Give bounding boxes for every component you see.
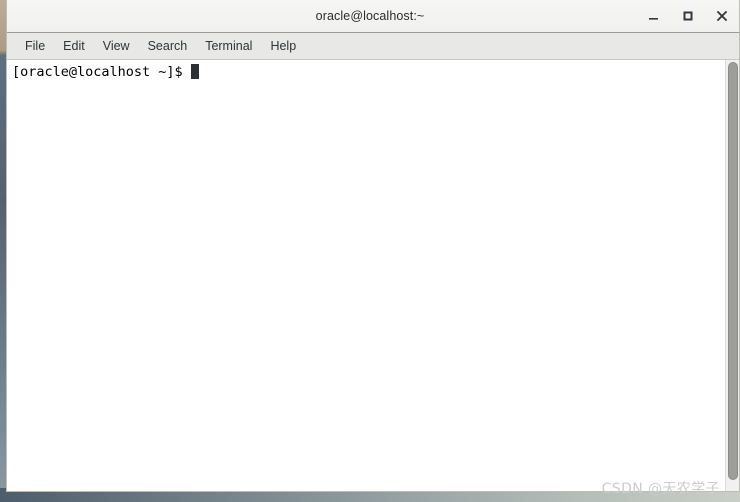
terminal-prompt-line: [oracle@localhost ~]$ xyxy=(12,64,725,81)
window-title: oracle@localhost:~ xyxy=(315,9,425,23)
menu-item-terminal[interactable]: Terminal xyxy=(196,37,261,56)
shell-prompt: [oracle@localhost ~]$ xyxy=(12,64,191,80)
window-controls xyxy=(645,0,731,32)
terminal-content-area[interactable]: [oracle@localhost ~]$ xyxy=(7,60,739,491)
terminal-window: oracle@localhost:~ File Edit View Search… xyxy=(6,0,740,492)
menu-item-search[interactable]: Search xyxy=(139,37,197,56)
close-icon[interactable] xyxy=(713,7,731,25)
menu-item-file[interactable]: File xyxy=(16,37,54,56)
minimize-icon[interactable] xyxy=(645,7,663,25)
window-titlebar[interactable]: oracle@localhost:~ xyxy=(7,0,739,33)
scrollbar-thumb[interactable] xyxy=(728,62,738,480)
terminal-scrollbar[interactable] xyxy=(725,60,739,491)
menu-item-help[interactable]: Help xyxy=(261,37,305,56)
terminal-output[interactable]: [oracle@localhost ~]$ xyxy=(7,60,725,491)
menubar: File Edit View Search Terminal Help xyxy=(7,33,739,60)
menu-item-view[interactable]: View xyxy=(94,37,139,56)
maximize-icon[interactable] xyxy=(679,7,697,25)
text-cursor xyxy=(190,64,199,79)
menu-item-edit[interactable]: Edit xyxy=(54,37,94,56)
